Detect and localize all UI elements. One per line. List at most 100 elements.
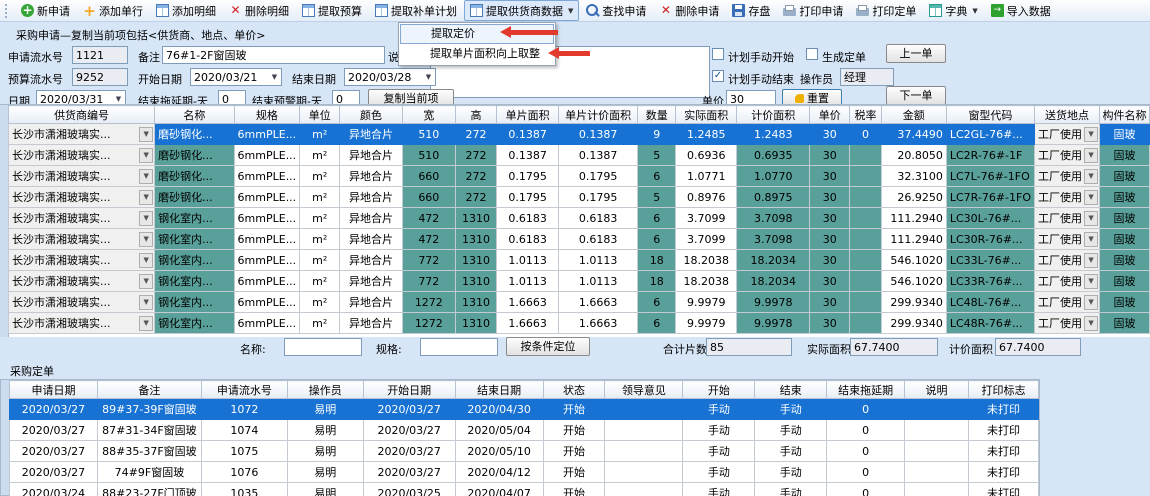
- cell[interactable]: 2020/03/27: [10, 462, 98, 483]
- cell[interactable]: LC2GL-76#...: [946, 124, 1034, 145]
- cell[interactable]: 0: [827, 399, 905, 420]
- cell[interactable]: 30: [810, 292, 850, 313]
- cell[interactable]: 异地合片: [340, 166, 402, 187]
- cell[interactable]: 开始: [543, 483, 605, 496]
- cell[interactable]: 0: [827, 441, 905, 462]
- chevron-down-icon[interactable]: ▼: [1084, 253, 1098, 268]
- cell[interactable]: 9.9979: [676, 292, 737, 313]
- chevron-down-icon[interactable]: ▼: [139, 127, 153, 142]
- cell[interactable]: [605, 399, 683, 420]
- locate-spec-input[interactable]: [420, 338, 498, 356]
- column-header[interactable]: 送货地点: [1035, 106, 1100, 124]
- column-header[interactable]: 颜色: [340, 106, 402, 124]
- cell[interactable]: m²: [300, 187, 340, 208]
- chevron-down-icon[interactable]: ▼: [1084, 274, 1098, 289]
- cell[interactable]: 0: [827, 483, 905, 496]
- cell[interactable]: 3.7099: [676, 229, 737, 250]
- cell[interactable]: 272: [455, 166, 496, 187]
- cell[interactable]: 1.2485: [676, 124, 737, 145]
- chevron-down-icon[interactable]: ▼: [139, 190, 153, 205]
- column-header[interactable]: 结束日期: [455, 381, 543, 399]
- column-header[interactable]: 开始日期: [363, 381, 455, 399]
- cell[interactable]: [850, 292, 881, 313]
- cell[interactable]: 1.2483: [737, 124, 810, 145]
- cell[interactable]: 1076: [201, 462, 287, 483]
- cell[interactable]: 3.7099: [676, 208, 737, 229]
- cell[interactable]: 易明: [287, 462, 363, 483]
- cell[interactable]: 660: [402, 166, 455, 187]
- column-header[interactable]: 单位: [300, 106, 340, 124]
- cell[interactable]: 长沙市潇湘玻璃实...▼: [9, 145, 155, 166]
- cell[interactable]: 6: [638, 313, 676, 334]
- cell[interactable]: 6mmPLE...: [234, 124, 300, 145]
- cell[interactable]: [850, 187, 881, 208]
- cell[interactable]: 异地合片: [340, 313, 402, 334]
- chevron-down-icon[interactable]: ▼: [1084, 148, 1098, 163]
- operator-field[interactable]: [840, 68, 894, 86]
- cell[interactable]: 固玻: [1100, 313, 1150, 334]
- priced-area-field[interactable]: [995, 338, 1081, 356]
- column-header[interactable]: 数量: [638, 106, 676, 124]
- cell[interactable]: 工厂使用▼: [1035, 271, 1100, 292]
- cell[interactable]: 2020/05/04: [455, 420, 543, 441]
- cell[interactable]: 30: [810, 124, 850, 145]
- cell[interactable]: LC2R-76#-1F: [946, 145, 1034, 166]
- request-no-field[interactable]: [72, 46, 128, 64]
- cell[interactable]: 1.0113: [559, 250, 638, 271]
- cell[interactable]: 固玻: [1100, 229, 1150, 250]
- cell[interactable]: 299.9340: [881, 313, 946, 334]
- column-header[interactable]: 构件名称: [1100, 106, 1150, 124]
- cell[interactable]: 6mmPLE...: [234, 250, 300, 271]
- cell[interactable]: 5: [638, 145, 676, 166]
- cell[interactable]: 0.1795: [559, 187, 638, 208]
- chevron-down-icon[interactable]: ▼: [1084, 169, 1098, 184]
- toolbar-add-row-button[interactable]: 添加单行: [77, 0, 149, 21]
- column-header[interactable]: 税率: [850, 106, 881, 124]
- cell[interactable]: [605, 483, 683, 496]
- cell[interactable]: 510: [402, 145, 455, 166]
- cell[interactable]: 0.1387: [559, 124, 638, 145]
- cell[interactable]: 1.0113: [497, 271, 559, 292]
- locate-by-condition-button[interactable]: 按条件定位: [506, 337, 590, 356]
- cell[interactable]: 1.0770: [737, 166, 810, 187]
- cell[interactable]: 易明: [287, 483, 363, 496]
- toolbar-print-request-button[interactable]: 打印申请: [777, 0, 849, 21]
- cell[interactable]: 88#35-37F窗固玻: [97, 441, 201, 462]
- cell[interactable]: 工厂使用▼: [1035, 145, 1100, 166]
- cell[interactable]: 2020/03/25: [363, 483, 455, 496]
- end-date-combo[interactable]: 2020/03/28 ▼: [344, 68, 436, 86]
- toolbar-import-data-button[interactable]: 导入数据: [985, 0, 1057, 21]
- chevron-down-icon[interactable]: ▼: [112, 95, 125, 103]
- cell[interactable]: 0.1387: [559, 145, 638, 166]
- cell[interactable]: 546.1020: [881, 250, 946, 271]
- column-header[interactable]: 备注: [97, 381, 201, 399]
- cell[interactable]: 1035: [201, 483, 287, 496]
- cell[interactable]: 长沙市潇湘玻璃实...▼: [9, 313, 155, 334]
- cell[interactable]: 开始: [543, 399, 605, 420]
- chevron-down-icon[interactable]: ▼: [568, 7, 573, 15]
- cell[interactable]: 异地合片: [340, 250, 402, 271]
- cell[interactable]: 0.6183: [497, 208, 559, 229]
- cell[interactable]: [605, 420, 683, 441]
- cell[interactable]: 长沙市潇湘玻璃实...▼: [9, 124, 155, 145]
- chevron-down-icon[interactable]: ▼: [139, 148, 153, 163]
- cell[interactable]: 手动: [755, 399, 827, 420]
- toolbar-save-button[interactable]: 存盘: [726, 0, 776, 21]
- cell[interactable]: 工厂使用▼: [1035, 124, 1100, 145]
- cell[interactable]: [905, 399, 969, 420]
- cell[interactable]: 手动: [683, 399, 755, 420]
- cell[interactable]: 固玻: [1100, 166, 1150, 187]
- cell[interactable]: 未打印: [968, 462, 1038, 483]
- cell[interactable]: 2020/03/27: [10, 399, 98, 420]
- cell[interactable]: 9.9978: [737, 313, 810, 334]
- cell[interactable]: m²: [300, 250, 340, 271]
- cell[interactable]: 18: [638, 271, 676, 292]
- chevron-down-icon[interactable]: ▼: [1084, 211, 1098, 226]
- cell[interactable]: 546.1020: [881, 271, 946, 292]
- cell[interactable]: 2020/04/12: [455, 462, 543, 483]
- cell[interactable]: 510: [402, 124, 455, 145]
- next-order-button[interactable]: 下一单: [886, 86, 946, 105]
- cell[interactable]: [605, 462, 683, 483]
- cell[interactable]: LC30R-76#...: [946, 229, 1034, 250]
- cell[interactable]: 0: [850, 124, 881, 145]
